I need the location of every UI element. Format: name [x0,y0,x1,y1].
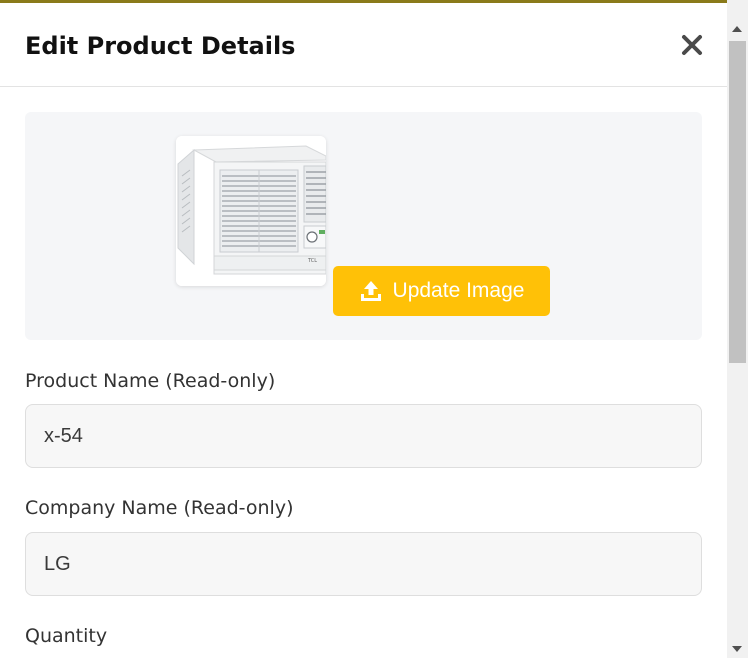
image-panel: TCL Update Image [25,112,702,340]
close-button[interactable] [676,29,708,61]
edit-product-modal: Edit Product Details TCL Update Image Pr… [0,3,727,658]
scroll-down-arrow-icon[interactable] [732,646,742,652]
modal-title: Edit Product Details [25,32,296,60]
upload-icon [360,281,381,301]
close-icon [682,35,702,55]
product-image: TCL [176,136,326,286]
update-image-label: Update Image [392,279,525,302]
company-name-label: Company Name (Read-only) [25,497,294,519]
modal-header: Edit Product Details [0,3,727,87]
quantity-label: Quantity [25,625,108,647]
update-image-button[interactable]: Update Image [333,266,550,316]
modal-scrollbar[interactable] [727,0,748,658]
scroll-up-arrow-icon[interactable] [732,26,742,32]
svg-text:TCL: TCL [307,258,317,264]
company-name-input[interactable] [25,532,702,596]
scroll-thumb[interactable] [729,41,746,363]
product-name-label: Product Name (Read-only) [25,370,276,392]
product-name-input[interactable] [25,404,702,468]
air-conditioner-illustration: TCL [176,136,326,286]
